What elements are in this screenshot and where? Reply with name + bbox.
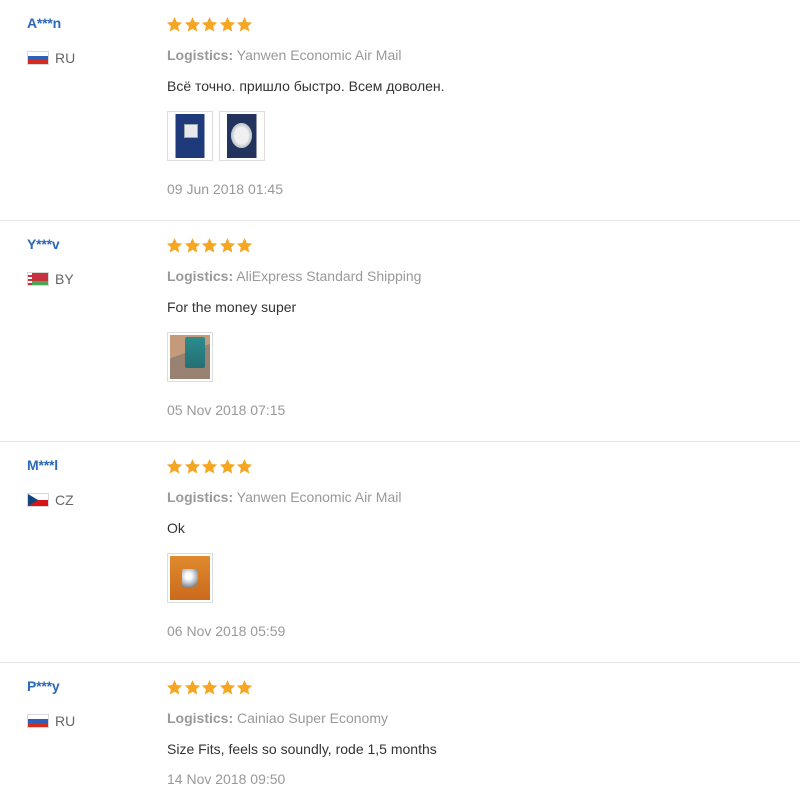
star-icon (166, 238, 183, 253)
photo-item-orange (170, 556, 210, 600)
logistics-value: AliExpress Standard Shipping (236, 268, 422, 284)
logistics-value: Yanwen Economic Air Mail (236, 489, 402, 505)
review-date: 05 Nov 2018 07:15 (167, 402, 286, 418)
star-icon (236, 17, 253, 32)
reviewer-name[interactable]: P***y (27, 678, 60, 694)
review-photo-thumbnail[interactable] (167, 111, 213, 161)
star-icon (166, 680, 183, 695)
star-rating (166, 16, 254, 36)
reviewer-country: CZ (27, 492, 74, 508)
flag-ru-icon (27, 714, 49, 728)
star-icon (236, 238, 253, 253)
country-code: RU (55, 713, 76, 729)
review-date: 14 Nov 2018 09:50 (167, 771, 286, 787)
review-photo-thumbnail[interactable] (219, 111, 265, 161)
review-item: A***n RU Logistics: Yanwen Economic Air … (0, 0, 800, 221)
review-date: 09 Jun 2018 01:45 (167, 181, 283, 197)
logistics-info: Logistics: Cainiao Super Economy (167, 710, 388, 726)
country-code: BY (55, 271, 74, 287)
photo-package-blue (170, 114, 210, 158)
logistics-value: Yanwen Economic Air Mail (236, 47, 402, 63)
star-icon (236, 459, 253, 474)
review-date: 06 Nov 2018 05:59 (167, 623, 286, 639)
logistics-label: Logistics: (167, 489, 234, 505)
star-icon (219, 459, 235, 474)
review-item: P***y RU Logistics: Cainiao Super Econom… (0, 663, 800, 800)
flag-cz-icon (27, 493, 49, 507)
flag-ru-icon (27, 51, 49, 65)
star-icon (184, 238, 200, 253)
star-rating (166, 237, 254, 257)
star-icon (184, 459, 200, 474)
review-photos (167, 332, 219, 382)
star-icon (219, 238, 235, 253)
star-icon (166, 459, 183, 474)
review-text: Size Fits, feels so soundly, rode 1,5 mo… (167, 741, 437, 757)
logistics-info: Logistics: Yanwen Economic Air Mail (167, 489, 401, 505)
review-item: M***l CZ Logistics: Yanwen Economic Air … (0, 442, 800, 663)
review-photos (167, 553, 219, 603)
reviewer-name[interactable]: Y***v (27, 236, 60, 252)
photo-device (170, 335, 210, 379)
review-text: Всё точно. пришло быстро. Всем доволен. (167, 78, 445, 94)
country-code: CZ (55, 492, 74, 508)
star-icon (201, 238, 218, 253)
review-text: Ok (167, 520, 185, 536)
review-list: A***n RU Logistics: Yanwen Economic Air … (0, 0, 800, 800)
reviewer-name[interactable]: M***l (27, 457, 58, 473)
star-icon (219, 17, 235, 32)
reviewer-name[interactable]: A***n (27, 15, 61, 31)
logistics-info: Logistics: AliExpress Standard Shipping (167, 268, 421, 284)
logistics-label: Logistics: (167, 710, 234, 726)
photo-package-item (222, 114, 262, 158)
review-photo-thumbnail[interactable] (167, 553, 213, 603)
star-icon (201, 17, 218, 32)
reviewer-country: RU (27, 50, 75, 66)
star-rating (166, 458, 254, 478)
logistics-value: Cainiao Super Economy (237, 710, 388, 726)
star-icon (201, 459, 218, 474)
flag-by-icon (27, 272, 49, 286)
review-photo-thumbnail[interactable] (167, 332, 213, 382)
star-icon (219, 680, 235, 695)
star-icon (201, 680, 218, 695)
logistics-label: Logistics: (167, 47, 234, 63)
country-code: RU (55, 50, 76, 66)
star-icon (184, 17, 200, 32)
star-icon (184, 680, 200, 695)
star-rating (166, 679, 254, 699)
review-text: For the money super (167, 299, 297, 315)
reviewer-country: RU (27, 713, 75, 729)
reviewer-country: BY (27, 271, 74, 287)
review-photos (167, 111, 271, 161)
logistics-info: Logistics: Yanwen Economic Air Mail (167, 47, 401, 63)
star-icon (166, 17, 183, 32)
star-icon (236, 680, 253, 695)
logistics-label: Logistics: (167, 268, 234, 284)
review-item: Y***v BY Logistics: AliExpress Standard … (0, 221, 800, 442)
